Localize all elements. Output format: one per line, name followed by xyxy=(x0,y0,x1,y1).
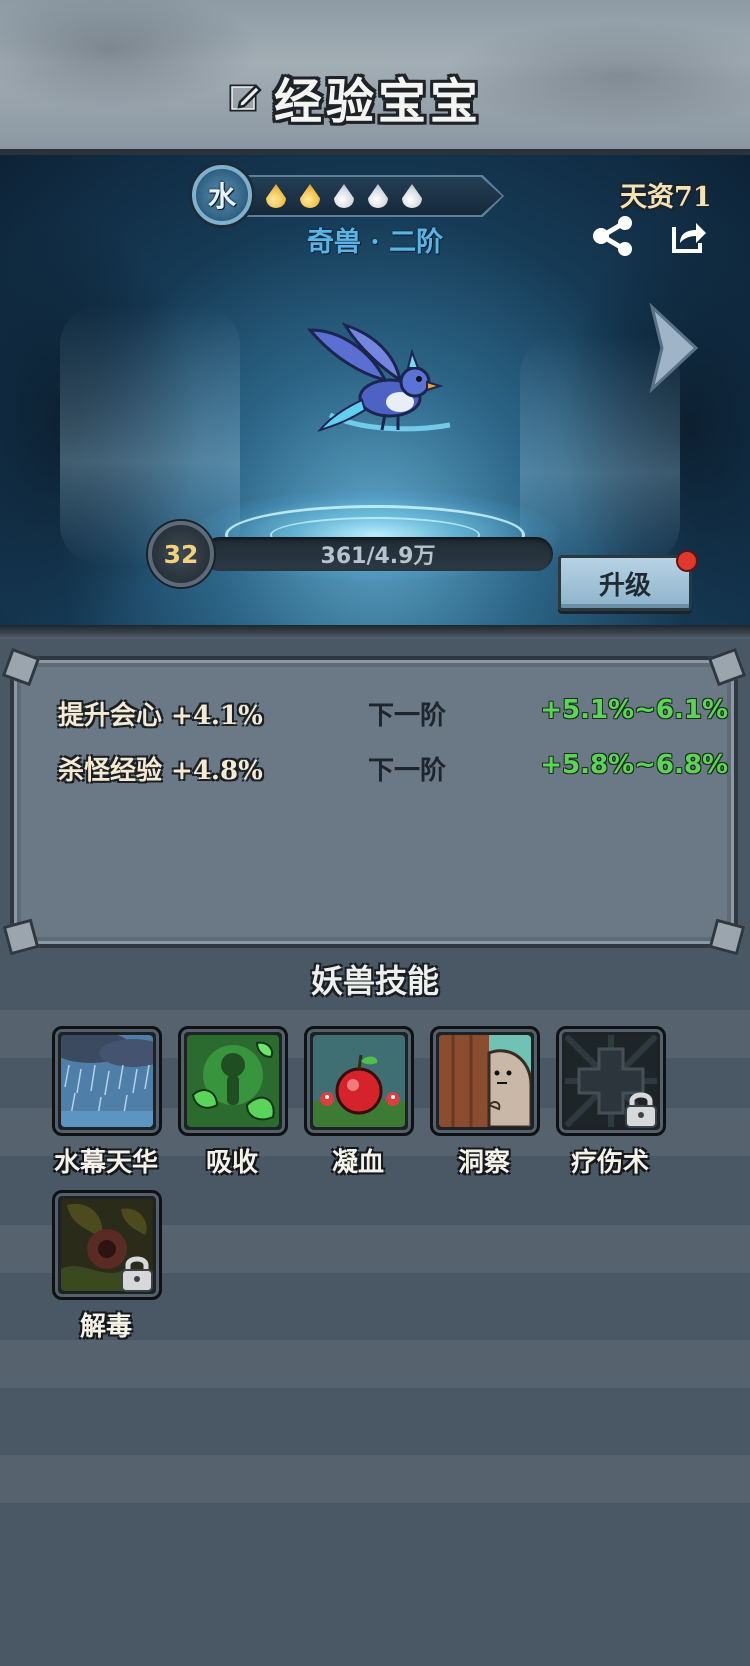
edit-icon[interactable] xyxy=(228,80,262,114)
stat-name: 提升会心 +4.1% xyxy=(58,701,263,731)
exp-bar: 361/4.9万 xyxy=(203,537,553,571)
peek-icon xyxy=(439,1035,531,1127)
skill-heal[interactable]: 疗伤术 xyxy=(545,1026,675,1196)
skills-title: 妖兽技能 xyxy=(310,962,439,1000)
rain-icon xyxy=(61,1035,153,1127)
exp-text: 361/4.9万 xyxy=(320,544,436,569)
grade-bar xyxy=(240,177,502,215)
skill-frame xyxy=(52,1026,162,1136)
next-pet-arrow[interactable] xyxy=(648,303,700,393)
skill-frame xyxy=(178,1026,288,1136)
level-badge: 32 xyxy=(148,521,214,587)
ink-decoration xyxy=(0,0,260,110)
stat-next-range: +5.8%~6.8% xyxy=(540,750,728,780)
level-progress: 361/4.9万 32 xyxy=(148,515,558,587)
absorb-icon xyxy=(187,1035,279,1127)
skill-frame xyxy=(430,1026,540,1136)
grade-drop-empty-icon xyxy=(334,184,354,208)
pet-scene: 水 奇兽 · 二阶 天资71 361/4.9万 32 升级 xyxy=(0,155,750,625)
skill-antidote[interactable]: 解毒 xyxy=(41,1190,171,1360)
header-bar: 经验宝宝 xyxy=(0,0,750,155)
section-divider xyxy=(0,625,750,639)
skill-label: 解毒 xyxy=(79,1312,132,1342)
skill-frame xyxy=(304,1026,414,1136)
stat-row: 杀怪经验 +4.8% 下一阶 +5.8%~6.8% xyxy=(48,750,728,790)
element-badge: 水 xyxy=(192,165,252,225)
stats-panel: 提升会心 +4.1% 下一阶 +5.1%~6.1% 杀怪经验 +4.8% 下一阶… xyxy=(1,647,747,956)
title-area[interactable]: 经验宝宝 xyxy=(228,62,482,132)
panel-corner xyxy=(708,918,746,956)
panel-corner xyxy=(1,647,41,687)
skill-frame xyxy=(52,1190,162,1300)
pet-rank: 奇兽 · 二阶 xyxy=(306,227,444,258)
grade-drop-empty-icon xyxy=(402,184,422,208)
export-icon[interactable] xyxy=(668,217,708,257)
bg-stripe xyxy=(0,1455,750,1503)
ink-decoration xyxy=(440,20,750,130)
page-title: 经验宝宝 xyxy=(274,74,483,130)
panel-corner xyxy=(707,647,747,687)
stat-next-label: 下一阶 xyxy=(368,756,447,786)
stat-next-range: +5.1%~6.1% xyxy=(540,695,728,725)
lock-icon xyxy=(625,1092,657,1128)
grade-drop-empty-icon xyxy=(368,184,388,208)
grade-drop-filled-icon xyxy=(300,184,320,208)
panel-corner xyxy=(2,918,40,956)
upgrade-button[interactable]: 升级 xyxy=(558,555,692,611)
apple-icon xyxy=(313,1035,405,1127)
stat-row: 提升会心 +4.1% 下一阶 +5.1%~6.1% xyxy=(48,695,728,735)
skill-frame xyxy=(556,1026,666,1136)
stat-next-label: 下一阶 xyxy=(368,701,447,731)
talent-value: 天资71 xyxy=(620,182,712,213)
stat-name: 杀怪经验 +4.8% xyxy=(58,756,263,786)
share-icon[interactable] xyxy=(590,213,636,259)
skill-label: 疗伤术 xyxy=(570,1148,649,1178)
lock-icon xyxy=(121,1256,153,1292)
grade-drop-filled-icon xyxy=(266,184,286,208)
pet-bird-sprite xyxy=(306,322,451,432)
notification-dot xyxy=(676,550,698,572)
